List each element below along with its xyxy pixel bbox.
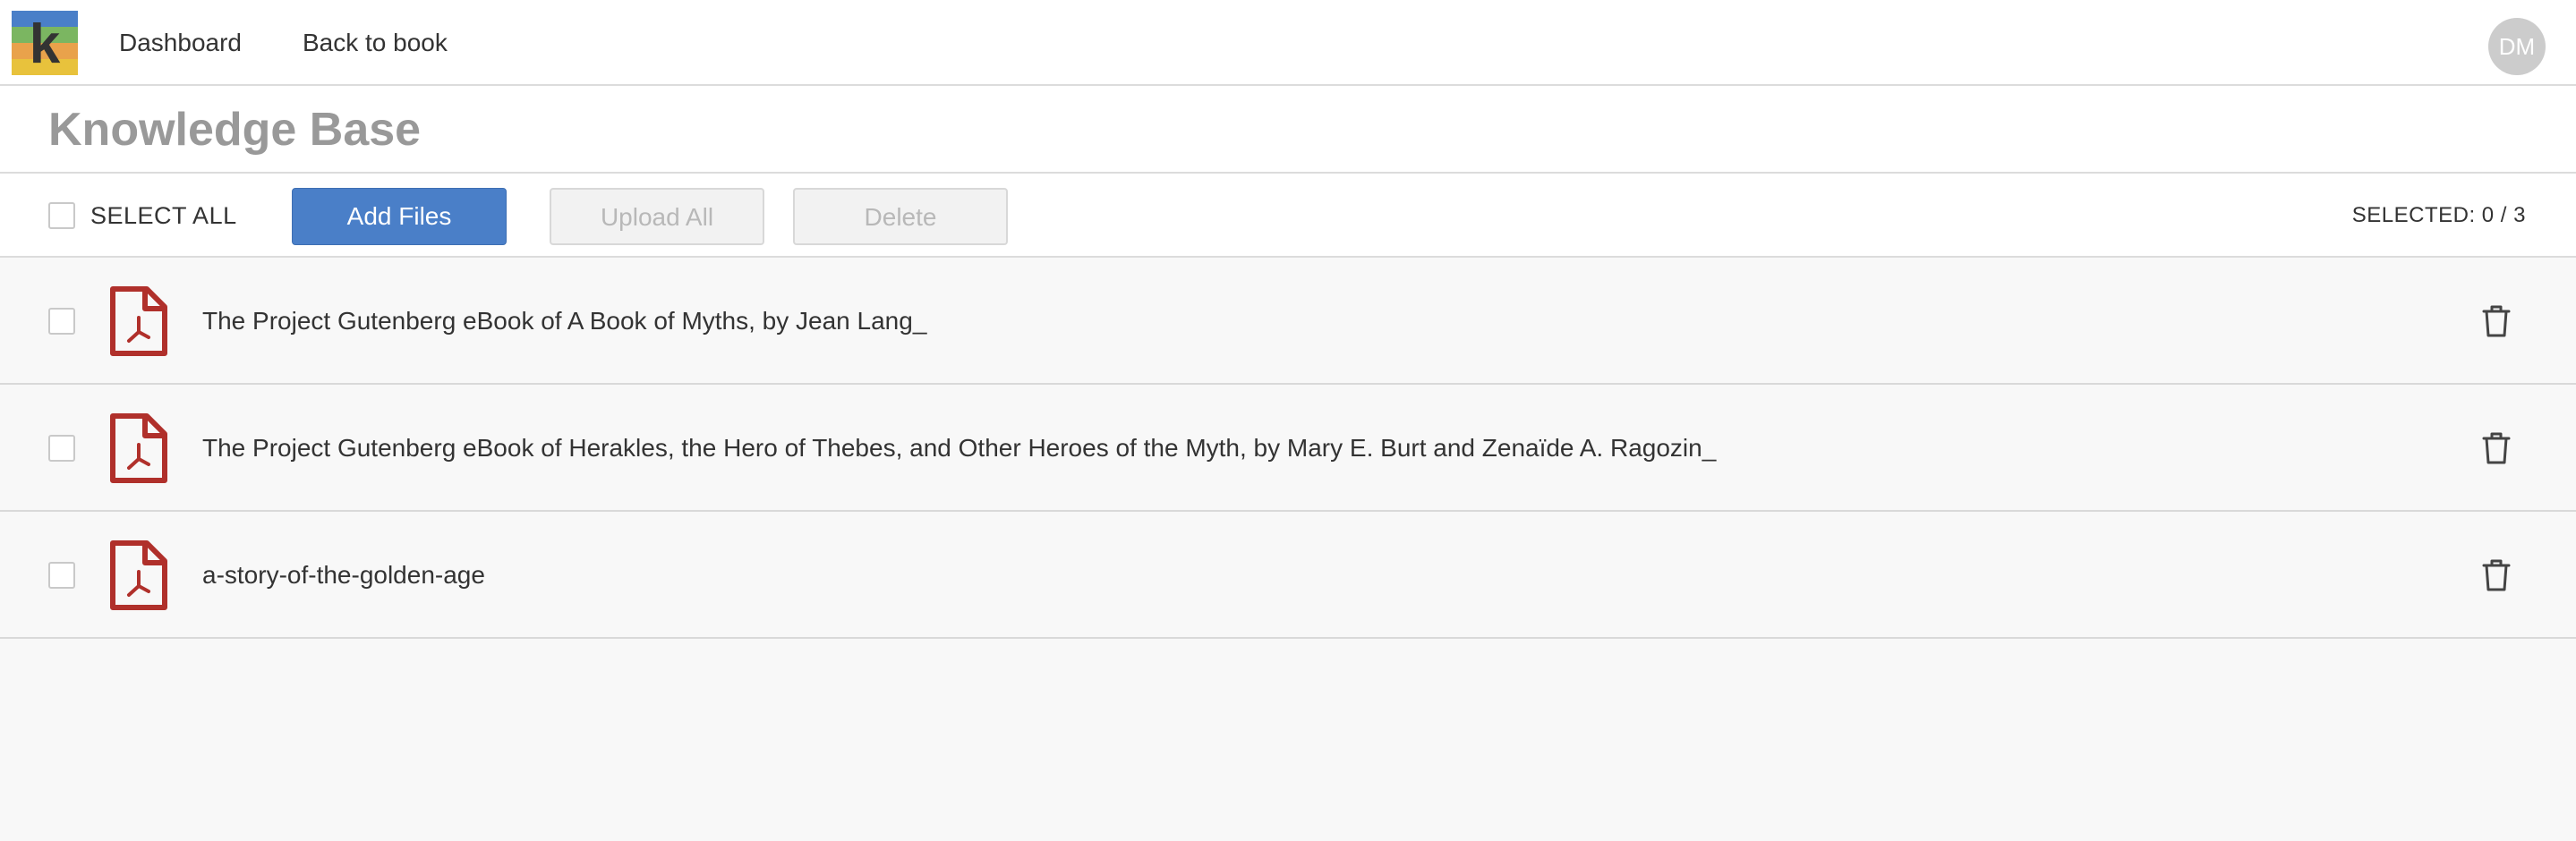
select-all-checkbox[interactable] (48, 202, 75, 229)
nav-back-to-book-link[interactable]: Back to book (303, 0, 448, 86)
logo-letter: k (30, 13, 61, 75)
file-checkbox[interactable] (48, 562, 75, 589)
file-name[interactable]: a-story-of-the-golden-age (202, 512, 485, 639)
file-row[interactable]: The Project Gutenberg eBook of A Book of… (0, 258, 2576, 385)
pdf-file-icon (110, 286, 167, 356)
file-name[interactable]: The Project Gutenberg eBook of Herakles,… (202, 385, 1716, 512)
selected-count: SELECTED: 0 / 3 (2351, 203, 2526, 227)
file-name[interactable]: The Project Gutenberg eBook of A Book of… (202, 258, 926, 385)
add-files-button[interactable]: Add Files (292, 188, 507, 245)
app-logo-icon[interactable]: k (12, 11, 78, 75)
file-checkbox[interactable] (48, 435, 75, 462)
pdf-file-icon (110, 540, 167, 610)
trash-icon[interactable] (2481, 431, 2512, 465)
delete-button[interactable]: Delete (793, 188, 1008, 245)
file-toolbar: SELECT ALL Add Files Upload All Delete S… (0, 174, 2576, 258)
file-list: The Project Gutenberg eBook of A Book of… (0, 258, 2576, 639)
user-avatar[interactable]: DM (2488, 18, 2546, 75)
upload-all-button[interactable]: Upload All (550, 188, 764, 245)
pdf-file-icon (110, 413, 167, 483)
file-row[interactable]: The Project Gutenberg eBook of Herakles,… (0, 385, 2576, 512)
select-all-label[interactable]: SELECT ALL (90, 174, 237, 258)
top-navbar: k Dashboard Back to book DM (0, 0, 2576, 86)
nav-dashboard-link[interactable]: Dashboard (119, 0, 242, 86)
trash-icon[interactable] (2481, 558, 2512, 592)
page-header: Knowledge Base (0, 86, 2576, 174)
file-checkbox[interactable] (48, 308, 75, 335)
page-title: Knowledge Base (48, 104, 422, 156)
trash-icon[interactable] (2481, 304, 2512, 338)
file-row[interactable]: a-story-of-the-golden-age (0, 512, 2576, 639)
